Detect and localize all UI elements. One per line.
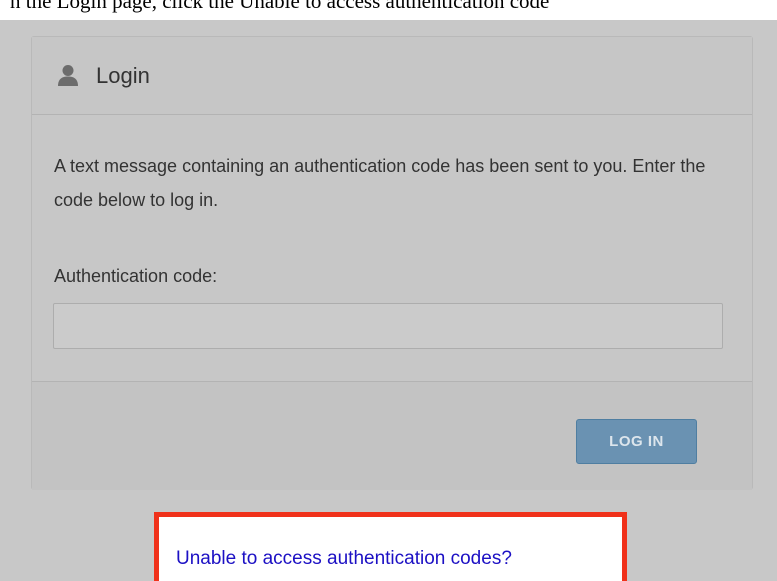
authentication-code-input[interactable]	[53, 303, 723, 349]
authentication-code-label: Authentication code:	[54, 266, 218, 286]
panel-title: Login	[96, 63, 150, 88]
highlighted-link-box: Unable to access authentication codes?	[154, 512, 627, 581]
login-panel-footer: LOG IN	[32, 381, 752, 490]
instruction-caption-text: n the Login page, click the Unable to ac…	[10, 0, 550, 13]
authentication-message: A text message containing an authenticat…	[54, 156, 706, 210]
user-icon	[58, 65, 78, 86]
log-in-button[interactable]: LOG IN	[576, 419, 697, 464]
login-panel: Login A text message containing an authe…	[31, 36, 753, 490]
instruction-caption: n the Login page, click the Unable to ac…	[0, 0, 777, 20]
login-panel-header: Login	[32, 37, 752, 115]
unable-to-access-codes-link[interactable]: Unable to access authentication codes?	[176, 547, 512, 571]
